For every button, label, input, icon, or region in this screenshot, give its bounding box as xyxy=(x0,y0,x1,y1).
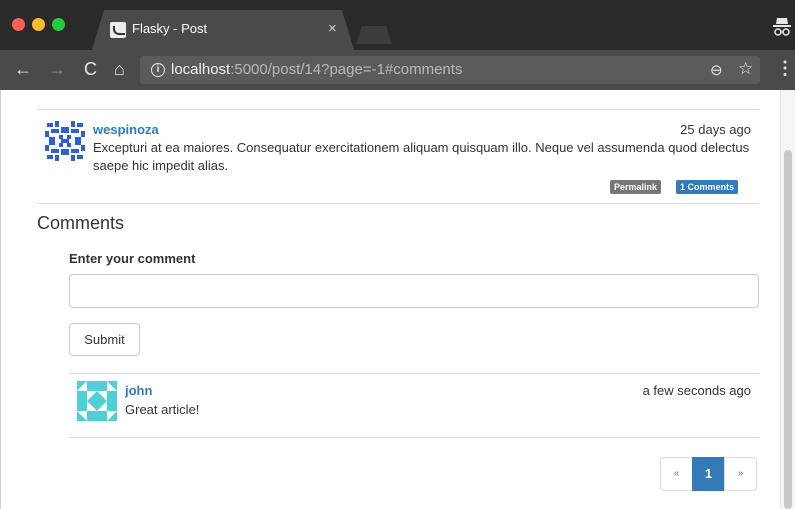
post-bottom-divider xyxy=(37,203,759,204)
home-icon[interactable]: ⌂ xyxy=(114,60,125,78)
pagination-next[interactable]: » xyxy=(724,457,757,491)
comments-heading: Comments xyxy=(37,213,125,233)
zoom-icon[interactable]: ⊖ xyxy=(710,61,723,79)
comment-top-divider xyxy=(69,373,759,374)
url-text[interactable]: localhost:5000/post/14?page=-1#comments xyxy=(171,61,462,78)
maximize-window-button[interactable] xyxy=(52,18,65,31)
scrollbar-thumb[interactable] xyxy=(784,150,792,509)
post-author-link[interactable]: wespinoza xyxy=(93,122,159,137)
comment-form-label: Enter your comment xyxy=(69,251,196,266)
submit-button[interactable]: Submit xyxy=(69,323,140,356)
pagination-page-1[interactable]: 1 xyxy=(692,457,725,491)
site-info-icon[interactable]: i xyxy=(151,63,165,77)
close-window-button[interactable] xyxy=(12,18,25,31)
comment-bottom-divider xyxy=(69,437,759,438)
comment-body: Great article! xyxy=(125,402,200,417)
tab-title[interactable]: Flasky - Post xyxy=(132,21,207,36)
browser-menu-icon[interactable]: ⋮ xyxy=(776,58,794,79)
url-path: :5000/post/14?page=-1#comments xyxy=(230,61,463,78)
post-body: Excepturi at ea maiores. Consequatur exe… xyxy=(93,140,750,173)
post-author-avatar[interactable] xyxy=(45,121,85,161)
bookmark-star-icon[interactable]: ☆ xyxy=(738,59,753,79)
flask-favicon-icon xyxy=(110,22,126,38)
comment-input[interactable] xyxy=(69,274,759,308)
forward-arrow-icon[interactable]: → xyxy=(48,60,66,78)
permalink-label[interactable]: Permalink xyxy=(610,180,662,194)
new-tab-button[interactable] xyxy=(356,26,392,44)
reload-icon[interactable]: C xyxy=(84,60,97,78)
comment-date: a few seconds ago xyxy=(642,383,751,398)
minimize-window-button[interactable] xyxy=(32,18,45,31)
comment-author-avatar[interactable] xyxy=(77,381,117,421)
post-date: 25 days ago xyxy=(680,122,751,137)
url-host: localhost xyxy=(171,61,231,78)
incognito-icon xyxy=(773,18,791,36)
pagination: « 1 » xyxy=(660,457,757,491)
post-top-divider xyxy=(37,109,759,110)
comment-author-link[interactable]: john xyxy=(125,383,152,398)
back-arrow-icon[interactable]: ← xyxy=(14,60,32,78)
comments-count-label[interactable]: 1 Comments xyxy=(676,180,739,194)
pagination-prev[interactable]: « xyxy=(660,457,693,491)
tab-close-icon[interactable]: × xyxy=(328,20,337,37)
